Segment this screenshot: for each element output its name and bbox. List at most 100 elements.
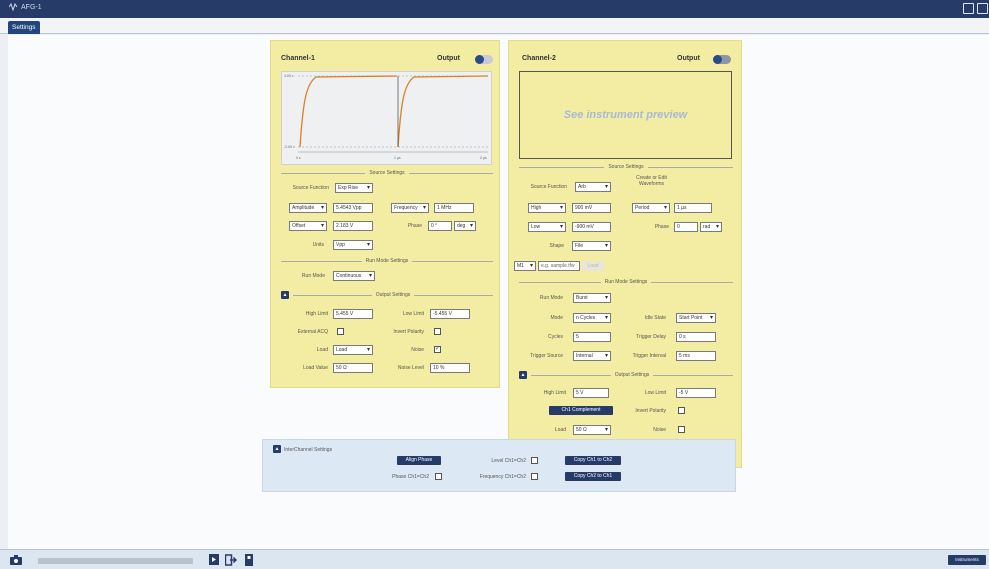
low-type-select[interactable]: Low <box>528 222 566 232</box>
ch2-phase-unit-select[interactable]: rad <box>700 222 722 232</box>
channel-1-panel: Channel-1 Output 4.00 v -2.00 v 0 s 1 µs… <box>270 40 500 388</box>
ch2-load-select[interactable]: 50 Ω <box>573 425 611 435</box>
file-path-input[interactable]: e.g. sample.tfw <box>538 261 580 271</box>
period-input[interactable]: 1 µs <box>674 203 712 213</box>
instrument-preview-text: See instrument preview <box>563 109 688 121</box>
instruments-button[interactable]: Instruments <box>948 555 986 565</box>
ch2-run-mode-select[interactable]: Burst <box>573 293 611 303</box>
frequency-ch1-eq-ch2-label: Frequency Ch1=Ch2 <box>479 474 526 480</box>
frequency-input[interactable]: 1 MHz <box>434 203 474 213</box>
load-value-label: Load Value <box>303 365 328 371</box>
window-title-group: AFG-1 <box>9 3 42 11</box>
channel-2-source-section-title: Source Settings <box>519 163 733 171</box>
plot-y-bottom-label: -2.00 v <box>284 145 295 149</box>
ch2-high-limit-input[interactable]: 5 V <box>573 388 609 398</box>
ch2-high-limit-label: High Limit <box>543 390 566 396</box>
channel-1-output-toggle[interactable] <box>475 55 493 64</box>
external-acq-label: External ACQ <box>297 329 328 335</box>
period-type-select[interactable]: Period <box>632 203 670 213</box>
high-input[interactable]: 900 mV <box>572 203 611 213</box>
run-mode-label: Run Mode <box>301 273 325 279</box>
popout-icon[interactable] <box>963 3 974 14</box>
channel-1-runmode-section-title: Run Mode Settings <box>281 257 493 265</box>
amplitude-type-select[interactable]: Amplitude <box>289 203 327 213</box>
load-value-input[interactable]: 50 Ω <box>333 363 373 373</box>
camera-icon[interactable] <box>10 555 22 565</box>
load-file-button[interactable]: Load <box>582 261 604 271</box>
device-icon[interactable] <box>245 554 253 566</box>
phase-ch1-eq-ch2-label: Phase Ch1=Ch2 <box>392 474 429 480</box>
channel-1-output-section-title: Output Settings <box>293 291 493 299</box>
app-icon <box>9 3 18 11</box>
plot-x-end-label: 2 µs <box>480 156 487 160</box>
exit-icon[interactable] <box>225 554 237 566</box>
run-icon[interactable] <box>209 554 219 565</box>
memory-slot-select[interactable]: M1 <box>514 261 536 271</box>
bottom-toolbar: Instruments <box>0 549 989 569</box>
offset-type-select[interactable]: Offset <box>289 221 327 231</box>
channel-2-output-label: Output <box>677 55 700 62</box>
ch2-noise-checkbox[interactable] <box>678 426 685 433</box>
load-select[interactable]: Load <box>333 345 373 355</box>
source-function-select[interactable]: Exp Rise <box>335 183 373 193</box>
high-type-select[interactable]: High <box>528 203 566 213</box>
channel-2-runmode-section-title: Run Mode Settings <box>519 278 733 286</box>
maximize-icon[interactable] <box>977 3 988 14</box>
mode-label: Mode <box>550 315 563 321</box>
plot-x-mid-label: 1 µs <box>394 156 401 160</box>
ch2-low-limit-label: Low Limit <box>644 390 666 396</box>
tab-settings[interactable]: Settings <box>8 21 40 34</box>
source-function-label: Source Function <box>292 185 329 191</box>
shape-select[interactable]: File <box>572 241 611 251</box>
amplitude-input[interactable]: 5.4543 Vpp <box>333 203 373 213</box>
idle-state-select[interactable]: Start Point <box>676 313 716 323</box>
high-limit-input[interactable]: 5.455 V <box>333 309 373 319</box>
title-bar: AFG-1 <box>0 0 989 18</box>
plot-y-top-label: 4.00 v <box>284 74 294 78</box>
phase-ch1-eq-ch2-checkbox[interactable] <box>435 473 442 480</box>
copy-ch1-to-ch2-button[interactable]: Copy Ch1 to Ch2 <box>565 456 621 465</box>
units-select[interactable]: Vpp <box>333 240 373 250</box>
ch2-output-settings-collapse-button[interactable]: ▲ <box>519 371 527 379</box>
output-settings-collapse-button[interactable]: ▲ <box>281 291 289 299</box>
noise-checkbox[interactable]: ✓ <box>434 346 441 353</box>
low-limit-input[interactable]: -5.455 V <box>430 309 470 319</box>
interchannel-collapse-button[interactable]: ▲ <box>273 445 281 453</box>
high-limit-label: High Limit <box>305 311 328 317</box>
ch1-complement-button[interactable]: Ch1 Complement <box>549 406 613 415</box>
invert-polarity-checkbox[interactable] <box>434 328 441 335</box>
ch2-invert-polarity-label: Invert Polarity <box>635 408 666 414</box>
frequency-ch1-eq-ch2-checkbox[interactable] <box>531 473 538 480</box>
frequency-type-select[interactable]: Frequency <box>391 203 429 213</box>
mode-select[interactable]: n Cycles <box>573 313 611 323</box>
load-label: Load <box>316 347 328 353</box>
trigger-delay-input[interactable]: 0 s <box>676 332 716 342</box>
noise-label: Noise <box>411 347 424 353</box>
noise-level-input[interactable]: 10 % <box>430 363 470 373</box>
channel-2-output-toggle[interactable] <box>713 55 731 64</box>
run-mode-select[interactable]: Continuous <box>333 271 375 281</box>
level-ch1-eq-ch2-checkbox[interactable] <box>531 457 538 464</box>
ch2-source-function-select[interactable]: Arb <box>575 182 611 192</box>
phase-unit-select[interactable]: deg <box>454 221 476 231</box>
noise-level-label: Noise Level <box>397 365 424 371</box>
cycles-input[interactable]: 5 <box>573 332 611 342</box>
low-input[interactable]: -900 mV <box>572 222 611 232</box>
trigger-interval-input[interactable]: 5 ms <box>676 351 716 361</box>
ch2-noise-label: Noise <box>653 427 666 433</box>
create-edit-waveforms-link[interactable]: Create or Edit Waveforms <box>629 175 674 187</box>
waveform-svg <box>298 75 489 153</box>
ch2-invert-polarity-checkbox[interactable] <box>678 407 685 414</box>
level-ch1-eq-ch2-label: Level Ch1=Ch2 <box>491 458 526 464</box>
phase-input[interactable]: 0 ° <box>428 221 452 231</box>
ch2-run-mode-label: Run Mode <box>539 295 563 301</box>
offset-input[interactable]: 2.183 V <box>333 221 373 231</box>
channel-2-panel: Channel-2 Output See instrument preview … <box>508 40 742 468</box>
units-label: Units <box>312 242 324 248</box>
ch2-phase-input[interactable]: 0 <box>674 222 698 232</box>
external-acq-checkbox[interactable] <box>337 328 344 335</box>
trigger-source-select[interactable]: Internal <box>573 351 611 361</box>
copy-ch2-to-ch1-button[interactable]: Copy Ch2 to Ch1 <box>565 472 621 481</box>
align-phase-button[interactable]: Align Phase <box>397 456 441 465</box>
ch2-low-limit-input[interactable]: -5 V <box>676 388 716 398</box>
